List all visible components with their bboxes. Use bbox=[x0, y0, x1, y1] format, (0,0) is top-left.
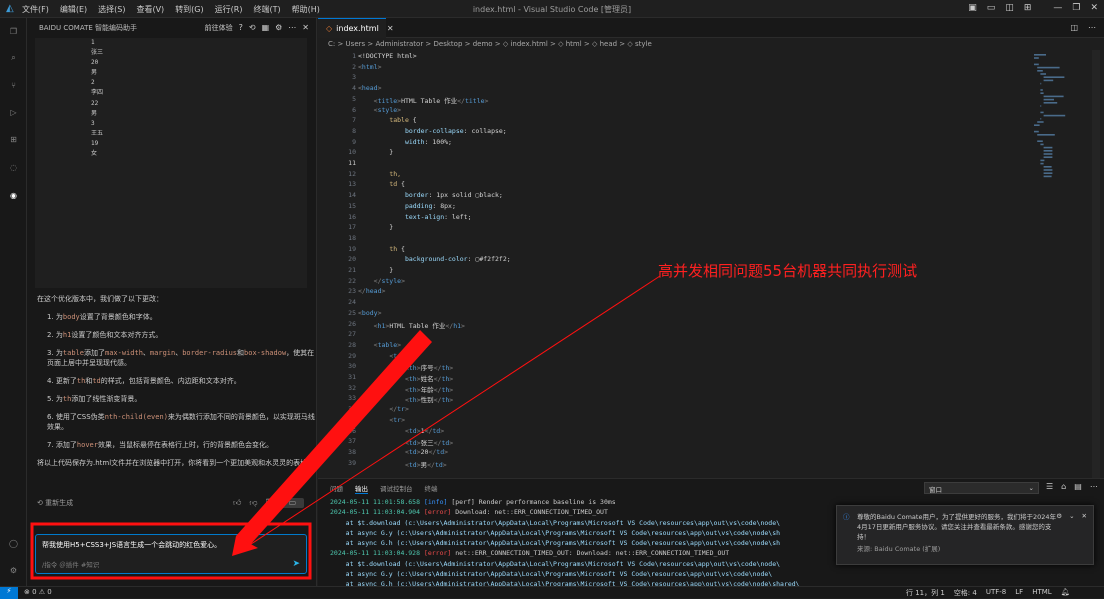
status-bar: ⚡ ⊗ 0 ⚠ 0 行 11，列 1 空格: 4 UTF-8 LF HTML 🔔… bbox=[0, 586, 1104, 599]
encoding[interactable]: UTF-8 bbox=[986, 588, 1006, 598]
bell-icon[interactable]: 🔔︎ bbox=[1061, 588, 1070, 598]
eol[interactable]: LF bbox=[1015, 588, 1023, 598]
annotation-box bbox=[30, 522, 312, 580]
problems-status[interactable]: ⊗ 0 ⚠ 0 bbox=[24, 588, 52, 596]
remote-icon[interactable]: ⚡ bbox=[0, 587, 18, 599]
indentation[interactable]: 空格: 4 bbox=[954, 588, 977, 598]
status-right: 行 11，列 1 空格: 4 UTF-8 LF HTML 🔔︎ bbox=[906, 588, 1070, 598]
language-mode[interactable]: HTML bbox=[1032, 588, 1051, 598]
cursor-position[interactable]: 行 11，列 1 bbox=[906, 588, 945, 598]
annotation-thin-line bbox=[244, 275, 661, 549]
annotation-arrow bbox=[236, 330, 432, 545]
annotation-overlay bbox=[30, 275, 661, 580]
